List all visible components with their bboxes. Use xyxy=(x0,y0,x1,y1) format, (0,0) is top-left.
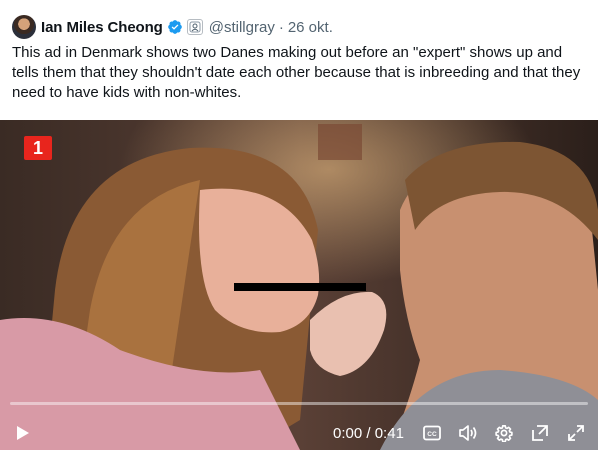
tweet-date[interactable]: 26 okt. xyxy=(288,19,333,36)
tweet-text: This ad in Denmark shows two Danes makin… xyxy=(12,44,581,101)
author-handle[interactable]: @stillgray xyxy=(209,19,275,36)
current-time: 0:00 xyxy=(333,425,363,442)
pop-out-icon[interactable] xyxy=(527,420,553,446)
duration: 0:41 xyxy=(374,425,404,442)
time-display: 0:00 / 0:41 xyxy=(333,425,404,442)
censor-bar xyxy=(234,283,366,291)
author-avatar[interactable] xyxy=(12,15,36,39)
verified-badge-icon[interactable] xyxy=(167,19,183,35)
fullscreen-icon[interactable] xyxy=(563,420,589,446)
affiliate-badge-icon[interactable] xyxy=(186,19,203,35)
time-separator: / xyxy=(362,425,375,442)
play-icon[interactable] xyxy=(9,420,35,446)
header-separator: · xyxy=(278,18,284,36)
settings-icon[interactable] xyxy=(491,420,517,446)
captions-icon[interactable]: CC xyxy=(419,420,445,446)
tweet-header: Ian Miles Cheong @stillgray · 26 okt. xyxy=(12,14,333,40)
video-player[interactable]: 1 0:00 / 0:41 CC xyxy=(0,120,598,450)
player-controls: 0:00 / 0:41 CC xyxy=(0,416,598,450)
channel-logo: 1 xyxy=(24,136,52,160)
volume-icon[interactable] xyxy=(455,420,481,446)
author-display-name[interactable]: Ian Miles Cheong xyxy=(41,19,163,36)
progress-bar[interactable] xyxy=(10,402,588,405)
svg-text:CC: CC xyxy=(427,431,437,438)
